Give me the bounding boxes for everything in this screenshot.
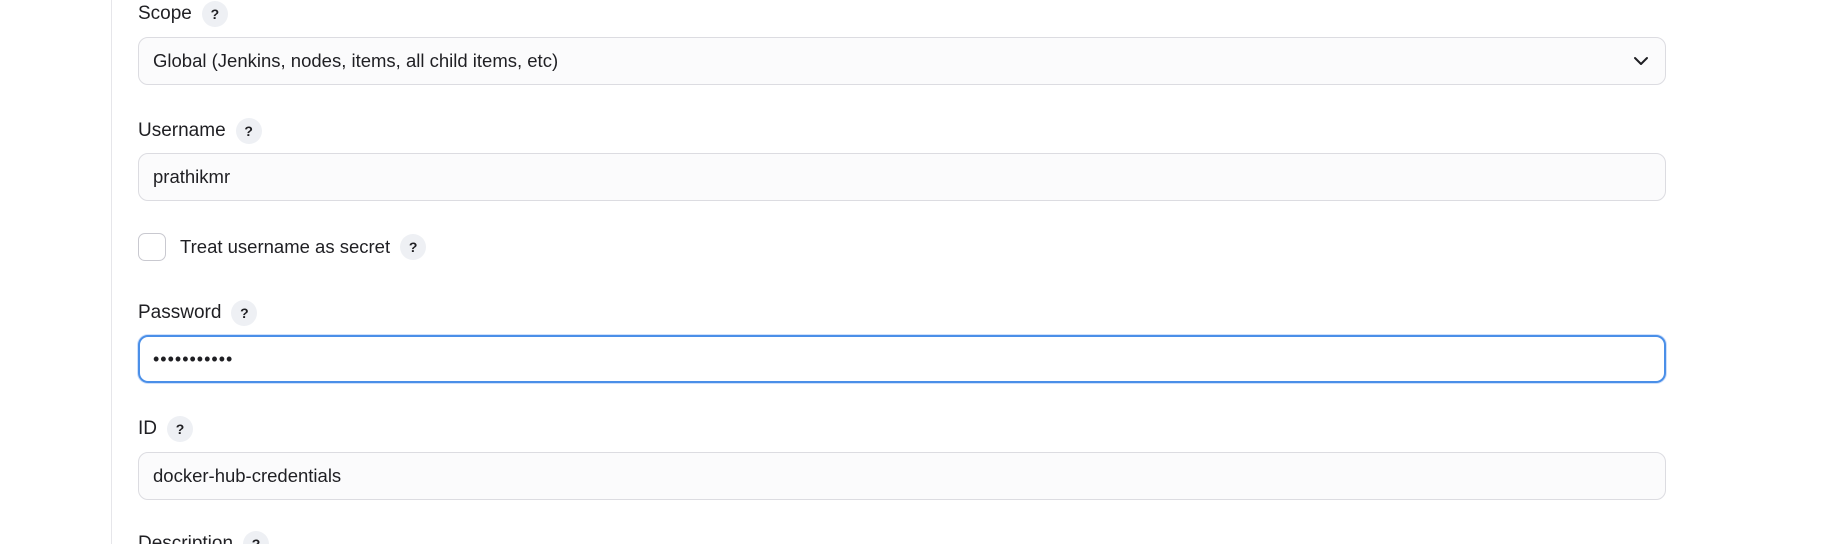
treat-username-secret-help-button[interactable]: ? <box>400 234 427 260</box>
treat-username-secret-checkbox[interactable] <box>138 233 166 261</box>
description-label-row: Description ? <box>138 530 270 544</box>
username-label: Username <box>138 120 226 141</box>
left-divider <box>111 0 112 544</box>
credentials-form-page: Scope ? Global (Jenkins, nodes, items, a… <box>0 0 1834 544</box>
username-label-row: Username ? <box>138 117 262 145</box>
id-label: ID <box>138 418 157 439</box>
chevron-down-icon <box>1634 57 1648 65</box>
id-label-row: ID ? <box>138 415 193 443</box>
username-value: prathikmr <box>153 166 231 187</box>
treat-username-secret-row: Treat username as secret ? <box>138 233 427 261</box>
scope-label: Scope <box>138 3 192 24</box>
id-value: docker-hub-credentials <box>153 465 342 486</box>
description-label: Description <box>138 533 234 544</box>
scope-label-row: Scope ? <box>138 0 228 28</box>
password-label-row: Password ? <box>138 299 258 327</box>
description-help-button[interactable]: ? <box>243 531 270 544</box>
password-field[interactable]: ••••••••••• <box>138 335 1666 383</box>
password-help-button[interactable]: ? <box>231 300 258 326</box>
id-help-button[interactable]: ? <box>167 416 193 442</box>
scope-help-button[interactable]: ? <box>201 1 228 27</box>
password-masked-value: ••••••••••• <box>153 348 234 369</box>
username-field[interactable]: prathikmr <box>138 153 1666 201</box>
password-label: Password <box>138 302 222 323</box>
id-field[interactable]: docker-hub-credentials <box>138 452 1666 500</box>
treat-username-secret-label[interactable]: Treat username as secret <box>180 236 390 258</box>
scope-selected-value: Global (Jenkins, nodes, items, all child… <box>153 50 559 71</box>
scope-select[interactable]: Global (Jenkins, nodes, items, all child… <box>138 37 1666 85</box>
username-help-button[interactable]: ? <box>235 118 262 144</box>
